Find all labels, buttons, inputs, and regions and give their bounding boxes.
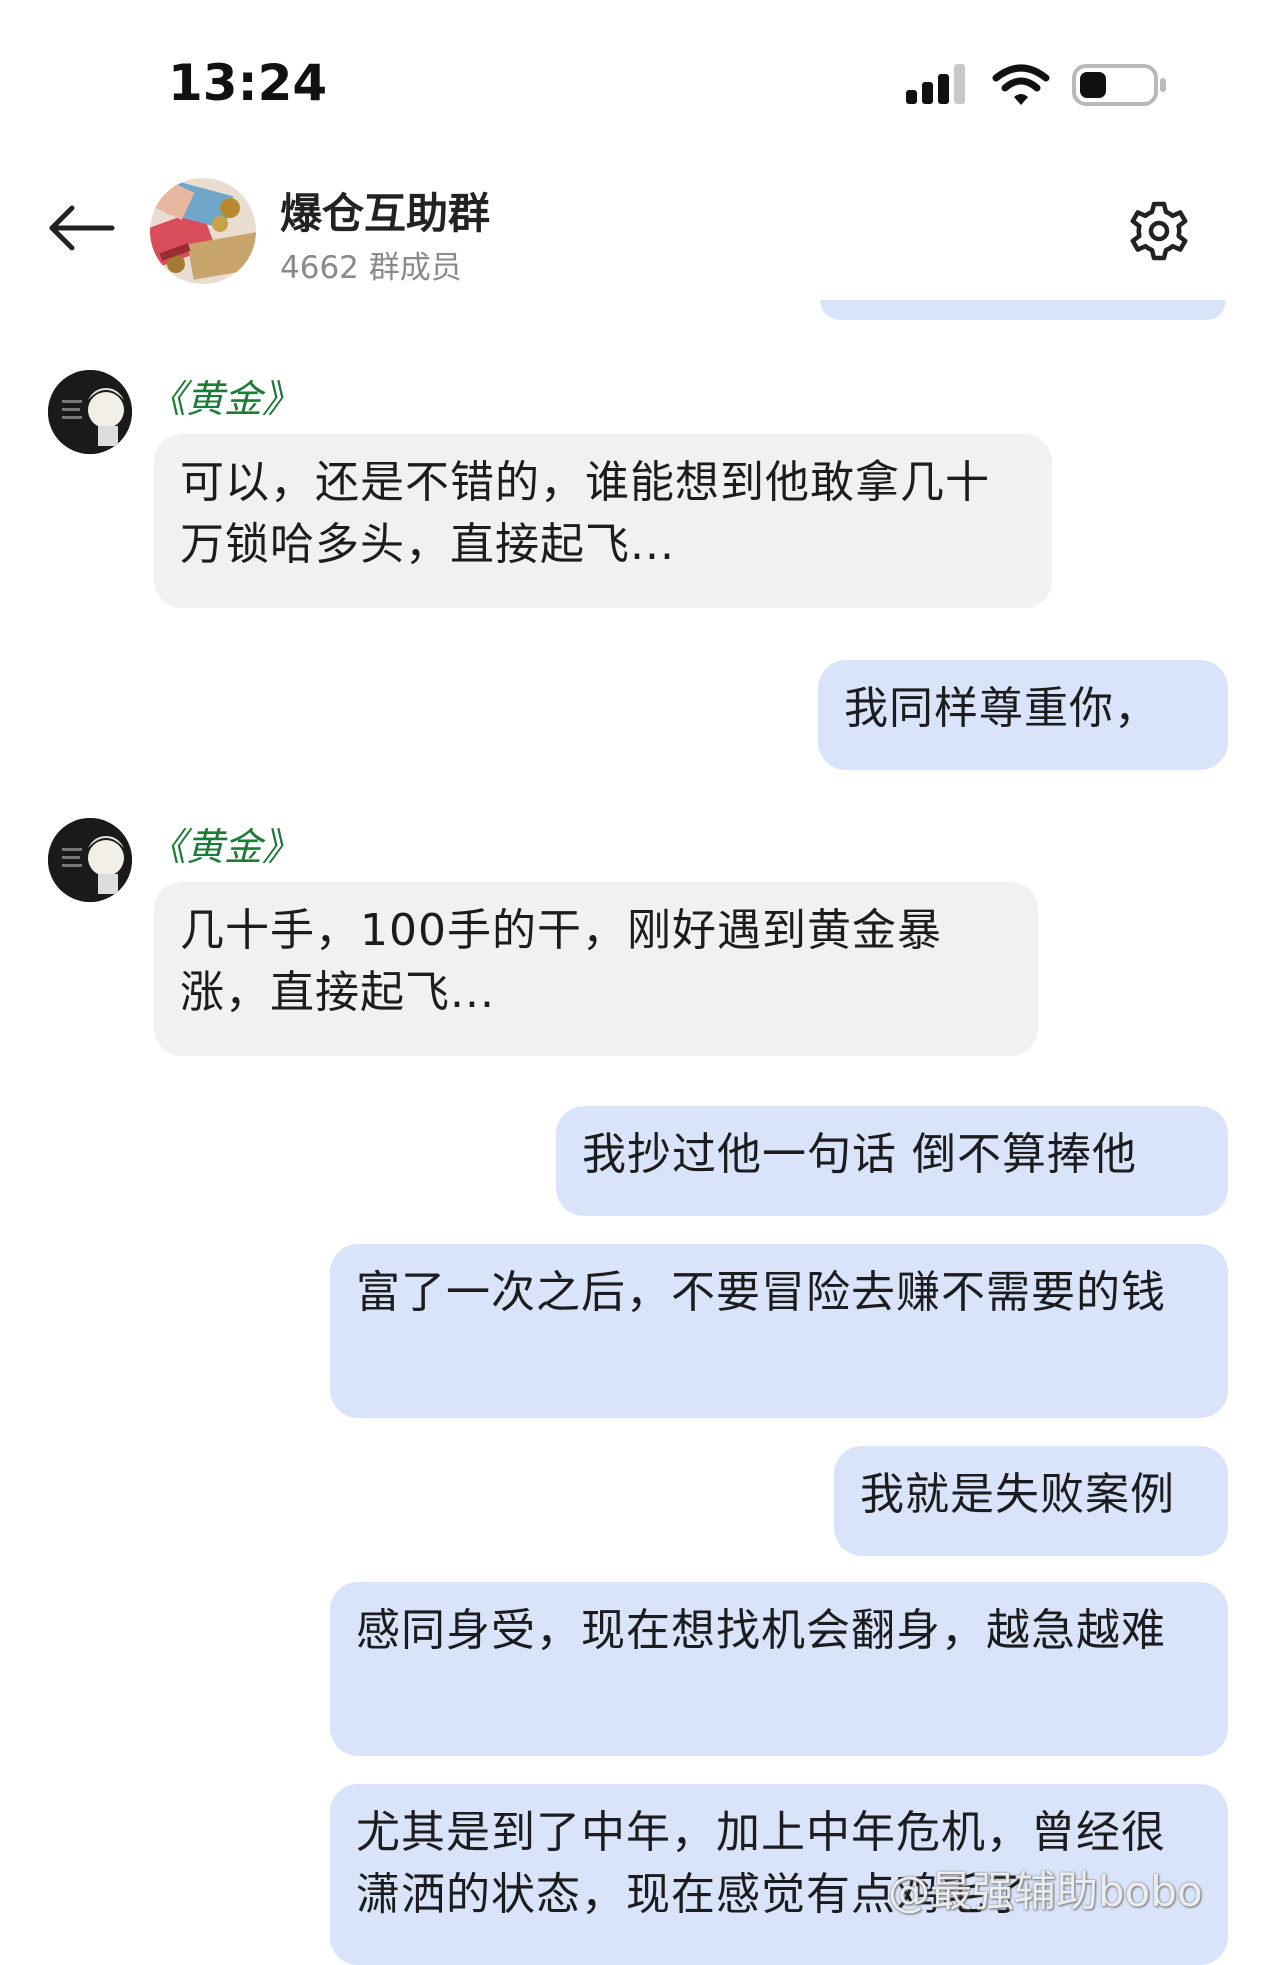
wifi-icon: [992, 64, 1050, 105]
message-bubble-outgoing[interactable]: 富了一次之后，不要冒险去赚不需要的钱: [330, 1244, 1228, 1418]
gear-icon[interactable]: [1126, 198, 1192, 264]
previous-message-bubble: [820, 300, 1226, 320]
message-bubble-outgoing[interactable]: 我抄过他一句话 倒不算捧他: [556, 1106, 1228, 1216]
member-count: 4662 群成员: [280, 250, 462, 286]
message-bubble-outgoing[interactable]: 感同身受，现在想找机会翻身，越急越难: [330, 1582, 1228, 1756]
watermark: @最强辅助bobo: [888, 1867, 1203, 1916]
cellular-signal-icon: [906, 64, 965, 104]
message-bubble-incoming[interactable]: 几十手，100手的干，刚好遇到黄金暴涨，直接起飞...: [154, 882, 1038, 1056]
status-time: 13:24: [168, 54, 328, 112]
group-avatar[interactable]: [150, 178, 256, 284]
sender-name: 《黄金》: [148, 825, 301, 869]
message-bubble-outgoing[interactable]: 我就是失败案例: [834, 1446, 1228, 1556]
message-list[interactable]: 《黄金》 可以，还是不错的，谁能想到他敢拿几十万锁哈多头，直接起飞... 我同样…: [0, 300, 1279, 1965]
battery-icon: [1072, 64, 1166, 106]
sender-avatar[interactable]: [48, 818, 132, 902]
group-name: 爆仓互助群: [280, 189, 491, 238]
message-bubble-outgoing[interactable]: 我同样尊重你，: [818, 660, 1228, 770]
back-arrow-icon[interactable]: [40, 196, 120, 260]
status-bar: 13:24: [0, 0, 1279, 150]
message-bubble-incoming[interactable]: 可以，还是不错的，谁能想到他敢拿几十万锁哈多头，直接起飞...: [154, 434, 1052, 608]
sender-avatar[interactable]: [48, 370, 132, 454]
chat-header: 爆仓互助群 4662 群成员: [0, 160, 1279, 300]
sender-name: 《黄金》: [148, 377, 301, 421]
